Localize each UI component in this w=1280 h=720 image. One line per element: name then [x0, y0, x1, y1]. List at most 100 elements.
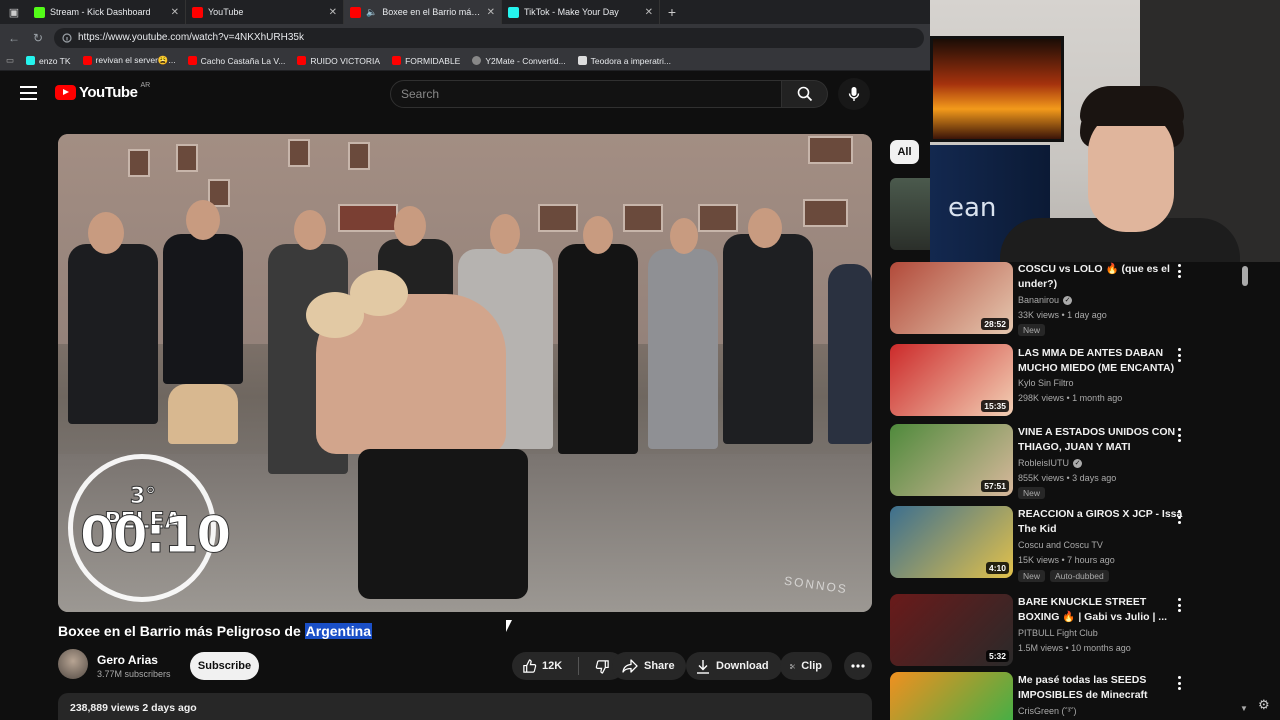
streamer-face [1088, 110, 1174, 232]
scroll-down-icon[interactable]: ▼ [1240, 704, 1248, 713]
bookmark-item[interactable]: Teodora a imperatri... [577, 56, 671, 66]
back-arrow-icon[interactable]: ← [6, 30, 22, 46]
clip-button[interactable]: Clip [780, 652, 832, 680]
url-bar[interactable]: https://www.youtube.com/watch?v=4NKXhURH… [54, 27, 924, 48]
sidebar-scrollbar[interactable] [1242, 266, 1248, 286]
close-tab-icon[interactable]: ✕ [171, 7, 179, 18]
webcam-overlay: ean [930, 0, 1280, 262]
video-thumbnail[interactable]: 15:35 [890, 344, 1013, 416]
partial-thumbnail[interactable] [890, 178, 930, 250]
menu-icon[interactable] [20, 86, 37, 100]
description-box[interactable]: 238,889 views 2 days ago [58, 693, 872, 720]
tab-tiktok[interactable]: TikTok - Make Your Day ✕ [502, 0, 660, 24]
related-meta: 855K views • 3 days ago [1018, 473, 1117, 483]
related-channel[interactable]: PITBULL Fight Club [1018, 628, 1098, 638]
video-thumbnail[interactable]: 57:51 [890, 424, 1013, 496]
share-button[interactable]: Share [612, 652, 686, 680]
chip-all[interactable]: All [890, 140, 919, 164]
bookmark-item[interactable]: revivan el server😩... [82, 55, 176, 66]
close-tab-icon[interactable]: ✕ [487, 7, 495, 18]
bookmark-item[interactable]: Cacho Castaña La V... [187, 56, 285, 66]
video-thumbnail[interactable] [890, 672, 1013, 720]
video-thumbnail[interactable]: 28:52 [890, 262, 1013, 334]
youtube-header: YouTube AR Search [0, 72, 930, 118]
related-video-title[interactable]: LAS MMA DE ANTES DABAN MUCHO MIEDO (ME E… [1018, 346, 1183, 376]
related-channel[interactable]: Kylo Sin Filtro [1018, 378, 1074, 388]
tab-youtube[interactable]: YouTube ✕ [186, 0, 344, 24]
related-video-title[interactable]: BARE KNUCKLE STREET BOXING 🔥 | Gabi vs J… [1018, 595, 1183, 625]
youtube-icon [82, 56, 92, 65]
tab-kick-dashboard[interactable]: Stream - Kick Dashboard ✕ [28, 0, 186, 24]
related-video-item[interactable]: Me pasé todas las SEEDS IMPOSIBLES de Mi… [890, 672, 1190, 720]
related-video-title[interactable]: VINE A ESTADOS UNIDOS CON THIAGO, JUAN Y… [1018, 425, 1183, 455]
voice-search-button[interactable] [838, 78, 870, 110]
close-tab-icon[interactable]: ✕ [645, 7, 653, 18]
channel-avatar[interactable] [58, 649, 88, 679]
video-player[interactable]: 3° PELEA 00:10 SONNOS [58, 134, 872, 612]
related-video-item[interactable]: 28:52 COSCU vs LOLO 🔥 (que es el under?)… [890, 262, 1190, 336]
related-video-item[interactable]: 5:32 BARE KNUCKLE STREET BOXING 🔥 | Gabi… [890, 594, 1190, 668]
video-thumbnail[interactable]: 4:10 [890, 506, 1013, 578]
share-label: Share [644, 660, 675, 672]
search-icon [797, 86, 812, 102]
round-timer: 00:10 [80, 506, 232, 565]
related-video-title[interactable]: Me pasé todas las SEEDS IMPOSIBLES de Mi… [1018, 673, 1183, 703]
related-video-item[interactable]: 57:51 VINE A ESTADOS UNIDOS CON THIAGO, … [890, 424, 1190, 499]
tab-current-video[interactable]: 🔈 Boxee en el Barrio más Pelig ✕ [344, 0, 502, 24]
more-vertical-icon[interactable] [1174, 428, 1184, 442]
search-input[interactable]: Search [390, 80, 782, 108]
video-thumbnail[interactable]: 5:32 [890, 594, 1013, 666]
related-channel[interactable]: CrisGreen (˘³˘) [1018, 706, 1077, 716]
youtube-logo[interactable]: YouTube AR [55, 82, 151, 101]
related-video-title[interactable]: REACCION a GIROS X JCP - Issa The Kid [1018, 507, 1183, 537]
search-button[interactable] [782, 80, 828, 108]
close-tab-icon[interactable]: ✕ [329, 7, 337, 18]
tab-title: Boxee en el Barrio más Pelig [382, 7, 481, 17]
download-button[interactable]: Download [686, 652, 782, 680]
site-info-icon[interactable] [62, 32, 72, 43]
subscribe-button[interactable]: Subscribe [190, 652, 259, 680]
search-placeholder: Search [401, 87, 440, 101]
bookmarks-sidebar-icon[interactable]: ▭ [6, 55, 14, 66]
verified-icon: ✓ [1063, 295, 1073, 305]
bookmark-label: revivan el server😩... [95, 55, 176, 65]
duration-badge: 4:10 [985, 562, 1009, 574]
bookmark-item[interactable]: Y2Mate - Convertid... [472, 56, 566, 66]
y2mate-icon [472, 56, 482, 65]
more-vertical-icon[interactable] [1174, 348, 1184, 362]
bookmark-label: FORMIDABLE [405, 55, 461, 66]
reload-icon[interactable]: ↻ [30, 30, 46, 46]
more-vertical-icon[interactable] [1174, 510, 1184, 524]
related-video-title[interactable]: COSCU vs LOLO 🔥 (que es el under?) [1018, 262, 1183, 292]
more-horizontal-icon [851, 664, 865, 668]
related-channel[interactable]: RobleisIUTU ✓ [1018, 458, 1083, 468]
related-video-item[interactable]: 4:10 REACCION a GIROS X JCP - Issa The K… [890, 506, 1190, 582]
more-vertical-icon[interactable] [1174, 264, 1184, 278]
tab-actions-icon[interactable]: ▣ [0, 0, 28, 24]
related-channel[interactable]: Coscu and Coscu TV [1018, 540, 1103, 550]
bookmark-item[interactable]: FORMIDABLE [392, 56, 460, 66]
clip-label: Clip [801, 660, 822, 672]
more-actions-button[interactable] [844, 652, 872, 680]
channel-name[interactable]: Gero Arias [97, 653, 158, 667]
selected-text: Argentina [304, 623, 372, 639]
country-code: AR [140, 82, 151, 89]
duration-badge: 57:51 [981, 480, 1009, 492]
speaker-icon[interactable]: 🔈 [366, 7, 377, 18]
thumbs-down-icon [595, 659, 609, 674]
new-badge: New [1018, 487, 1046, 499]
related-videos-list: 28:52 COSCU vs LOLO 🔥 (que es el under?)… [890, 262, 1260, 720]
related-channel[interactable]: Bananirou ✓ [1018, 295, 1073, 305]
fireplace-screen [930, 36, 1064, 142]
more-vertical-icon[interactable] [1174, 598, 1184, 612]
more-vertical-icon[interactable] [1174, 676, 1184, 690]
gear-icon[interactable]: ⚙ [1258, 697, 1270, 713]
like-button[interactable]: 12K [512, 652, 572, 680]
bookmark-item[interactable]: enzo TK [26, 56, 71, 66]
new-badge: New [1018, 570, 1046, 582]
new-tab-icon[interactable]: + [660, 4, 684, 20]
tiktok-icon [26, 56, 36, 65]
related-video-item[interactable]: 15:35 LAS MMA DE ANTES DABAN MUCHO MIEDO… [890, 344, 1190, 418]
bookmark-item[interactable]: RUIDO VICTORIA [297, 56, 380, 66]
auto-dubbed-badge: Auto-dubbed [1050, 570, 1109, 582]
